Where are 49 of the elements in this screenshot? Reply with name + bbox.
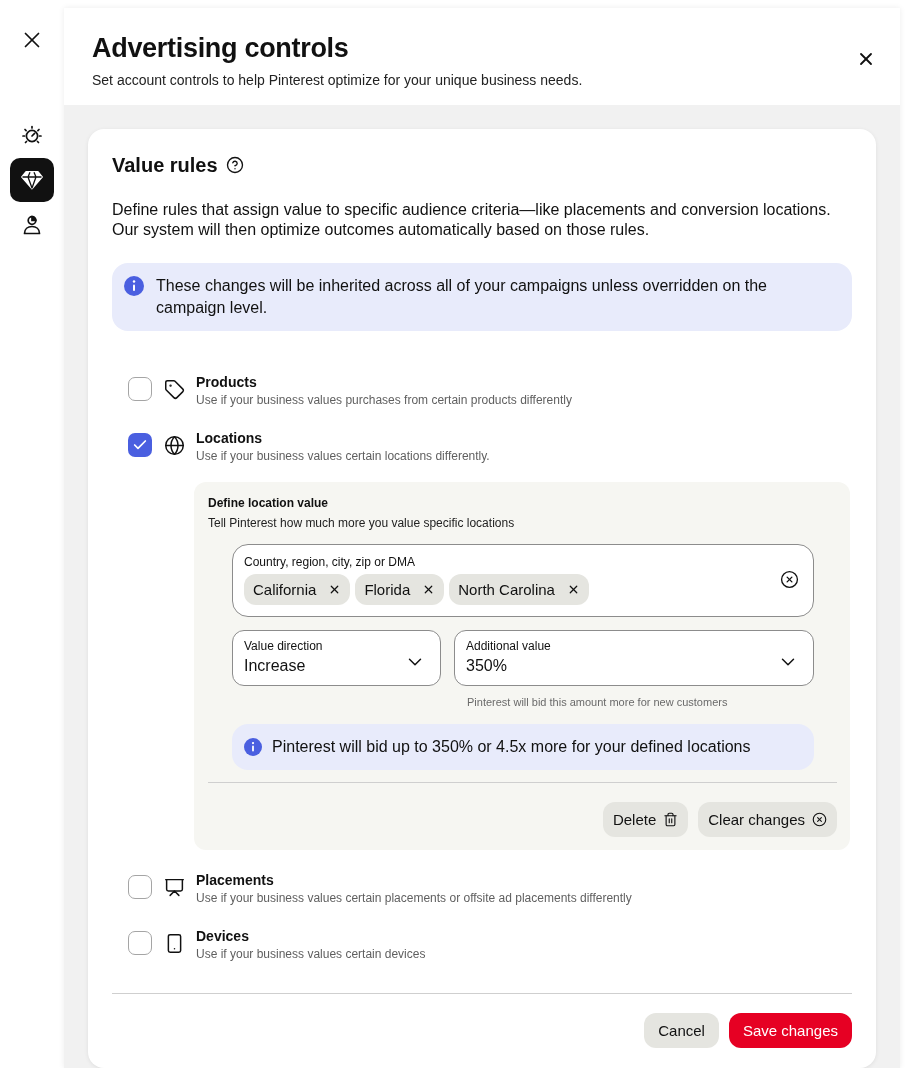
rule-description: Use if your business values certain placements or offsite ad placements differently <box>196 890 632 906</box>
section-description: Define rules that assign value to specific audience criteria—like placements and conversion locations. Our system will then optimize outcomes automatically based on those rules. <box>112 200 832 240</box>
cancel-button[interactable]: Cancel <box>644 1013 719 1048</box>
info-text: Pinterest will bid up to 350% or 4.5x more for your defined locations <box>272 737 751 757</box>
globe-icon <box>163 434 185 456</box>
panel-title: Define location value <box>208 495 330 511</box>
page-title: Advertising controls <box>92 32 350 64</box>
diamond-icon <box>21 170 43 190</box>
rule-label: Placements <box>196 871 275 889</box>
save-button[interactable]: Save changes <box>728 1013 852 1048</box>
checkbox[interactable] <box>128 433 152 457</box>
field-value: Increase <box>244 656 307 676</box>
location-chip[interactable]: Florida <box>355 574 445 605</box>
field-label: Additional value <box>466 638 551 654</box>
checkbox[interactable] <box>128 931 152 955</box>
rule-label: Locations <box>196 429 264 447</box>
field-label: Country, region, city, zip or DMA <box>244 554 416 570</box>
info-text: These changes will be inherited across all of your campaigns unless overridden on the campaign level. <box>156 276 768 318</box>
rule-description: Use if your business values certain locations differently. <box>196 448 490 464</box>
field-value: 350% <box>466 656 508 676</box>
panel-description: Tell Pinterest how much more you value specific locations <box>208 515 516 531</box>
additional-value-select[interactable]: Additional value 350% <box>454 630 814 686</box>
section-title: Value rules <box>112 153 218 177</box>
location-field[interactable]: Country, region, city, zip or DMA California Florida North Carolina <box>232 544 814 617</box>
rule-label: Products <box>196 373 258 391</box>
tag-icon <box>163 378 185 400</box>
trash-icon <box>663 812 679 827</box>
checkbox[interactable] <box>128 377 152 401</box>
person-icon <box>22 215 42 235</box>
rule-description: Use if your business values purchases from certain products differently <box>196 392 572 408</box>
help-icon[interactable] <box>225 156 244 174</box>
circle-x-icon <box>812 812 827 827</box>
circle-x-icon[interactable] <box>780 570 799 589</box>
rule-label: Devices <box>196 927 250 945</box>
field-label: Value direction <box>244 638 323 654</box>
page-subtitle: Set account controls to help Pinterest optimize for your unique business needs. <box>92 71 583 89</box>
rule-description: Use if your business values certain devices <box>196 946 426 962</box>
delete-button[interactable]: Delete <box>602 802 689 837</box>
checkbox[interactable] <box>128 875 152 899</box>
presentation-board-icon <box>163 876 185 898</box>
clear-changes-button[interactable]: Clear changes <box>698 802 837 837</box>
sidebar-tab[interactable] <box>10 158 54 202</box>
value-direction-select[interactable]: Value direction Increase <box>232 630 441 686</box>
location-chip[interactable]: California <box>244 574 351 605</box>
location-chip[interactable]: North Carolina <box>449 574 589 605</box>
info-icon <box>244 738 262 756</box>
gauge-icon <box>22 125 42 145</box>
info-icon <box>124 276 144 296</box>
helper-text: Pinterest will bid this amount more for new customers <box>466 695 729 709</box>
